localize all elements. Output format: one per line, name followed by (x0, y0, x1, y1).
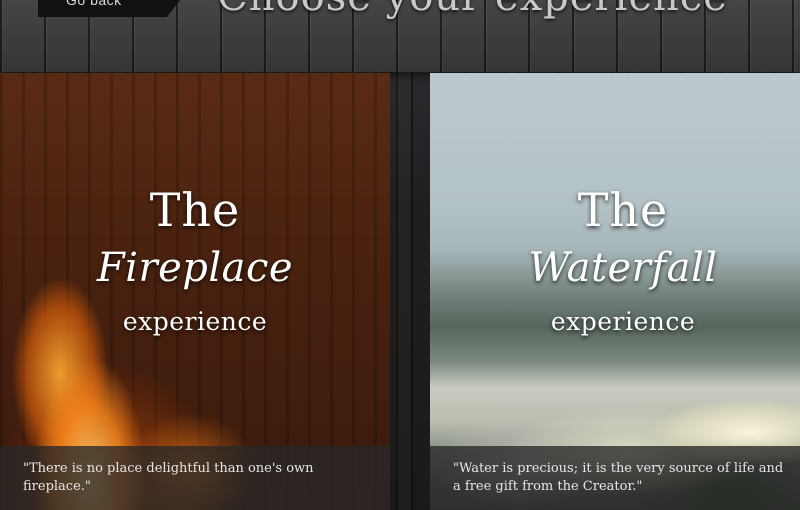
fireplace-title-experience: experience (122, 307, 268, 336)
header-bar: Go back Choose your experience (0, 0, 800, 72)
fireplace-experience-card[interactable]: The Fireplace experience "There is no pl… (0, 73, 390, 510)
waterfall-title-name: Waterfall (528, 245, 718, 291)
waterfall-experience-card[interactable]: The Waterfall experience "Water is preci… (430, 73, 800, 510)
page-title: Choose your experience (0, 0, 800, 20)
waterfall-quote-box: "Water is precious; it is the very sourc… (430, 446, 800, 510)
fireplace-title-name: Fireplace (96, 245, 294, 291)
waterfall-title-the: The (577, 183, 669, 237)
page: Go back Choose your experience The Firep… (0, 0, 800, 510)
fireplace-title-the: The (149, 183, 241, 237)
fireplace-quote-box: "There is no place delightful than one's… (0, 446, 390, 510)
waterfall-title-experience: experience (550, 307, 696, 336)
fireplace-quote: "There is no place delightful than one's… (23, 461, 314, 494)
waterfall-quote: "Water is precious; it is the very sourc… (453, 461, 784, 494)
